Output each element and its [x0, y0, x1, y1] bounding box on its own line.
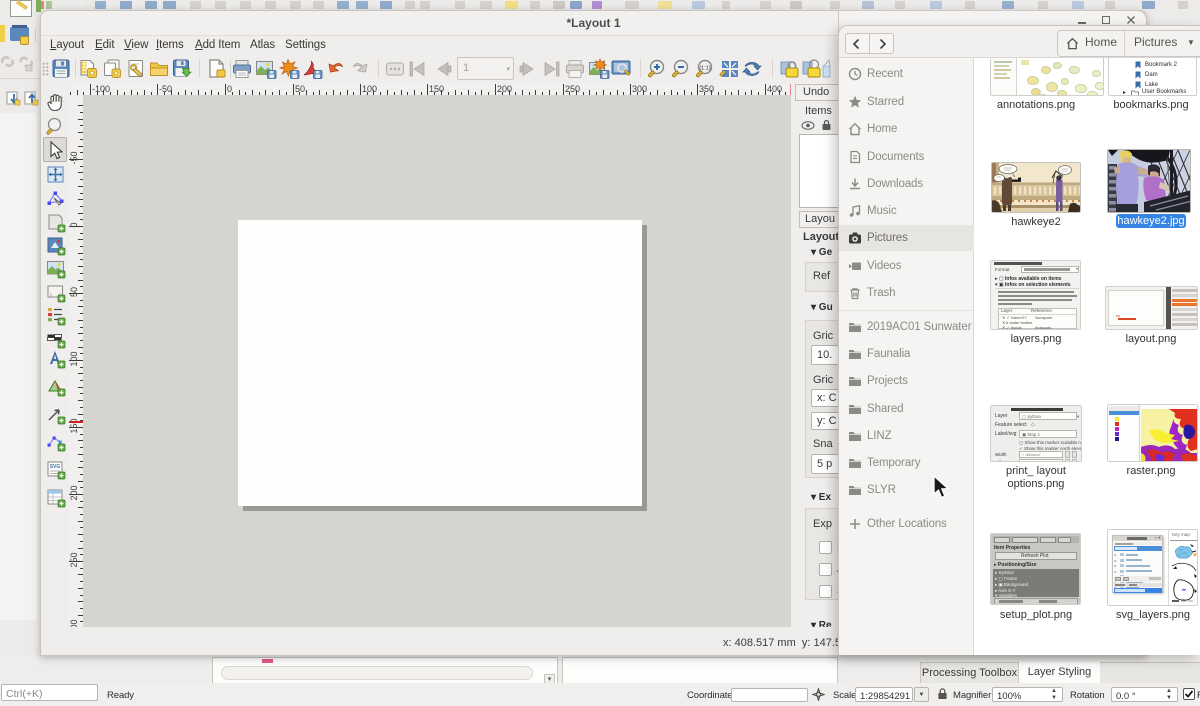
- svg-text:(1:1): (1:1): [699, 66, 710, 72]
- svg-text:SVG: SVG: [50, 464, 61, 470]
